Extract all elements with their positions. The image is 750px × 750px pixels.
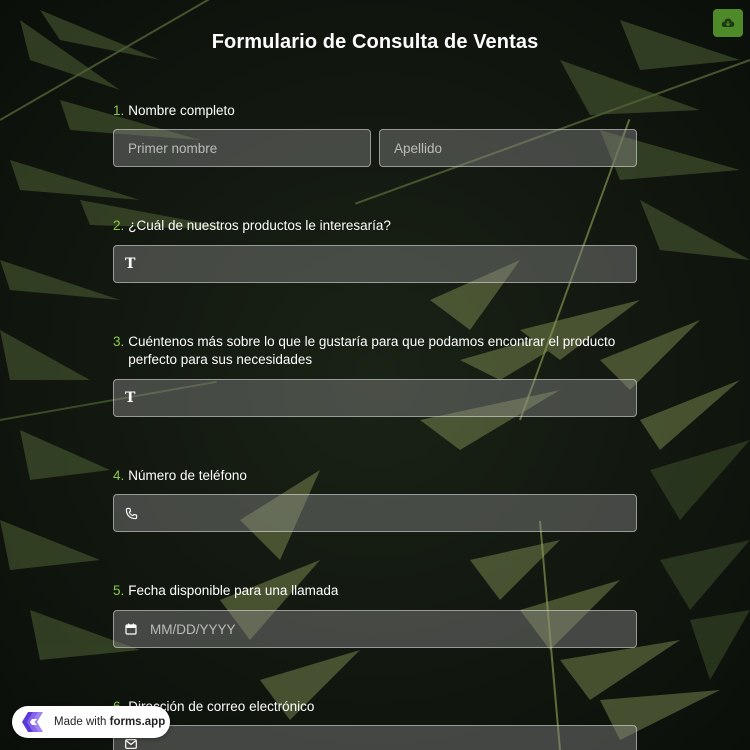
cloud-save-icon [721, 18, 735, 27]
phone-input[interactable] [113, 494, 637, 532]
last-name-placeholder: Apellido [394, 140, 443, 156]
badge-text: Made with forms.app [54, 716, 165, 728]
question-5-number: 5. [113, 583, 125, 598]
call-date-input[interactable]: MM/DD/YYYY [113, 610, 637, 648]
question-4-label: 4. Número de teléfono [113, 467, 633, 485]
call-date-placeholder: MM/DD/YYYY [150, 621, 236, 637]
email-icon [124, 737, 138, 750]
product-interest-input[interactable]: T [113, 245, 637, 283]
text-icon: T [125, 256, 136, 272]
product-details-input[interactable]: T [113, 379, 637, 417]
phone-icon [124, 506, 138, 520]
question-5-text: Fecha disponible para una llamada [128, 583, 339, 598]
badge-prefix: Made with [54, 716, 107, 728]
question-3-number: 3. [113, 334, 125, 349]
question-6-label: 6.Dirección de correo electrónico [113, 698, 633, 716]
text-icon: T [125, 390, 136, 406]
calendar-icon [124, 622, 138, 636]
email-input[interactable] [113, 725, 637, 750]
question-4-number: 4. [113, 468, 125, 483]
question-3-text: Cuéntenos más sobre lo que le gustaría p… [128, 334, 616, 367]
form-title: Formulario de Consulta de Ventas [211, 31, 539, 53]
question-1-text: Nombre completo [128, 103, 235, 118]
question-1-label: 1. Nombre completo [113, 102, 633, 120]
question-1-number: 1. [113, 103, 125, 118]
made-with-forms-app-badge[interactable]: Made with forms.app [12, 706, 170, 738]
badge-brand: forms.app [109, 716, 166, 728]
forms-app-logo [22, 712, 43, 732]
question-6-text: Dirección de correo electrónico [128, 699, 315, 714]
question-2-label: 2. ¿Cuál de nuestros productos le interes… [113, 217, 633, 235]
question-2-text: ¿Cuál de nuestros productos le interesar… [128, 218, 391, 233]
first-name-placeholder: Primer nombre [128, 140, 218, 156]
question-5-label: 5. Fecha disponible para una llamada [113, 582, 633, 600]
last-name-input[interactable]: Apellido [379, 129, 637, 167]
question-4-text: Número de teléfono [128, 468, 247, 483]
question-2-number: 2. [113, 218, 125, 233]
first-name-input[interactable]: Primer nombre [113, 129, 371, 167]
question-3-label: 3. Cuéntenos más sobre lo que le gustaría… [113, 333, 633, 369]
form-page: Formulario de Consulta de Ventas 1. Nombr… [0, 0, 750, 750]
